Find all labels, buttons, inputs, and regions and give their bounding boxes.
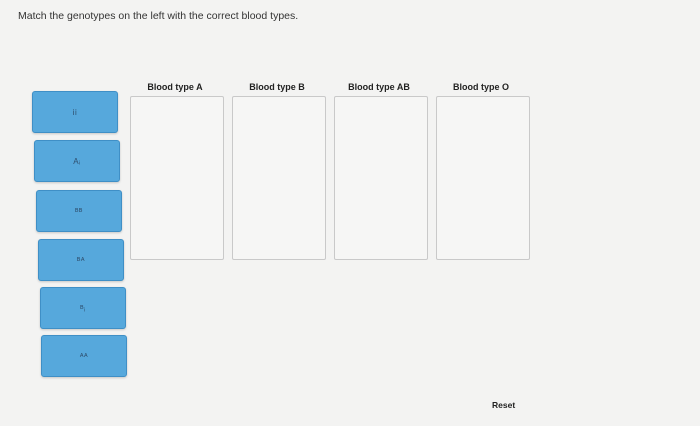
drop-zone-blood-type-ab[interactable]: [334, 96, 428, 260]
genotype-tile-bb[interactable]: ᴮᴮ: [36, 190, 122, 232]
genotype-tile-ba[interactable]: ᴮᴬ: [38, 239, 124, 281]
genotype-tile-bi[interactable]: ᴮᵢ: [40, 287, 126, 329]
genotype-tile-aa[interactable]: ᴬᴬ: [41, 335, 127, 377]
genotype-label: ᴮᵢ: [80, 303, 86, 313]
drop-zone-blood-type-b[interactable]: [232, 96, 326, 260]
column-header-a: Blood type A: [147, 82, 203, 92]
genotype-label: ᴮᴬ: [77, 255, 85, 265]
drop-zone-blood-type-o[interactable]: [436, 96, 530, 260]
genotype-tile-ii[interactable]: ii: [32, 91, 118, 133]
column-header-b: Blood type B: [249, 82, 305, 92]
reset-button[interactable]: Reset: [488, 398, 519, 412]
instruction-text: Match the genotypes on the left with the…: [18, 10, 299, 22]
genotype-label: Aᵢ: [73, 156, 81, 166]
column-header-o: Blood type O: [453, 82, 509, 92]
drop-zone-blood-type-a[interactable]: [130, 96, 224, 260]
genotype-label: ᴮᴮ: [75, 206, 83, 216]
genotype-tile-ai[interactable]: Aᵢ: [34, 140, 120, 182]
genotype-label: ᴬᴬ: [79, 351, 89, 361]
genotype-label: ii: [72, 107, 78, 117]
column-header-ab: Blood type AB: [348, 82, 410, 92]
